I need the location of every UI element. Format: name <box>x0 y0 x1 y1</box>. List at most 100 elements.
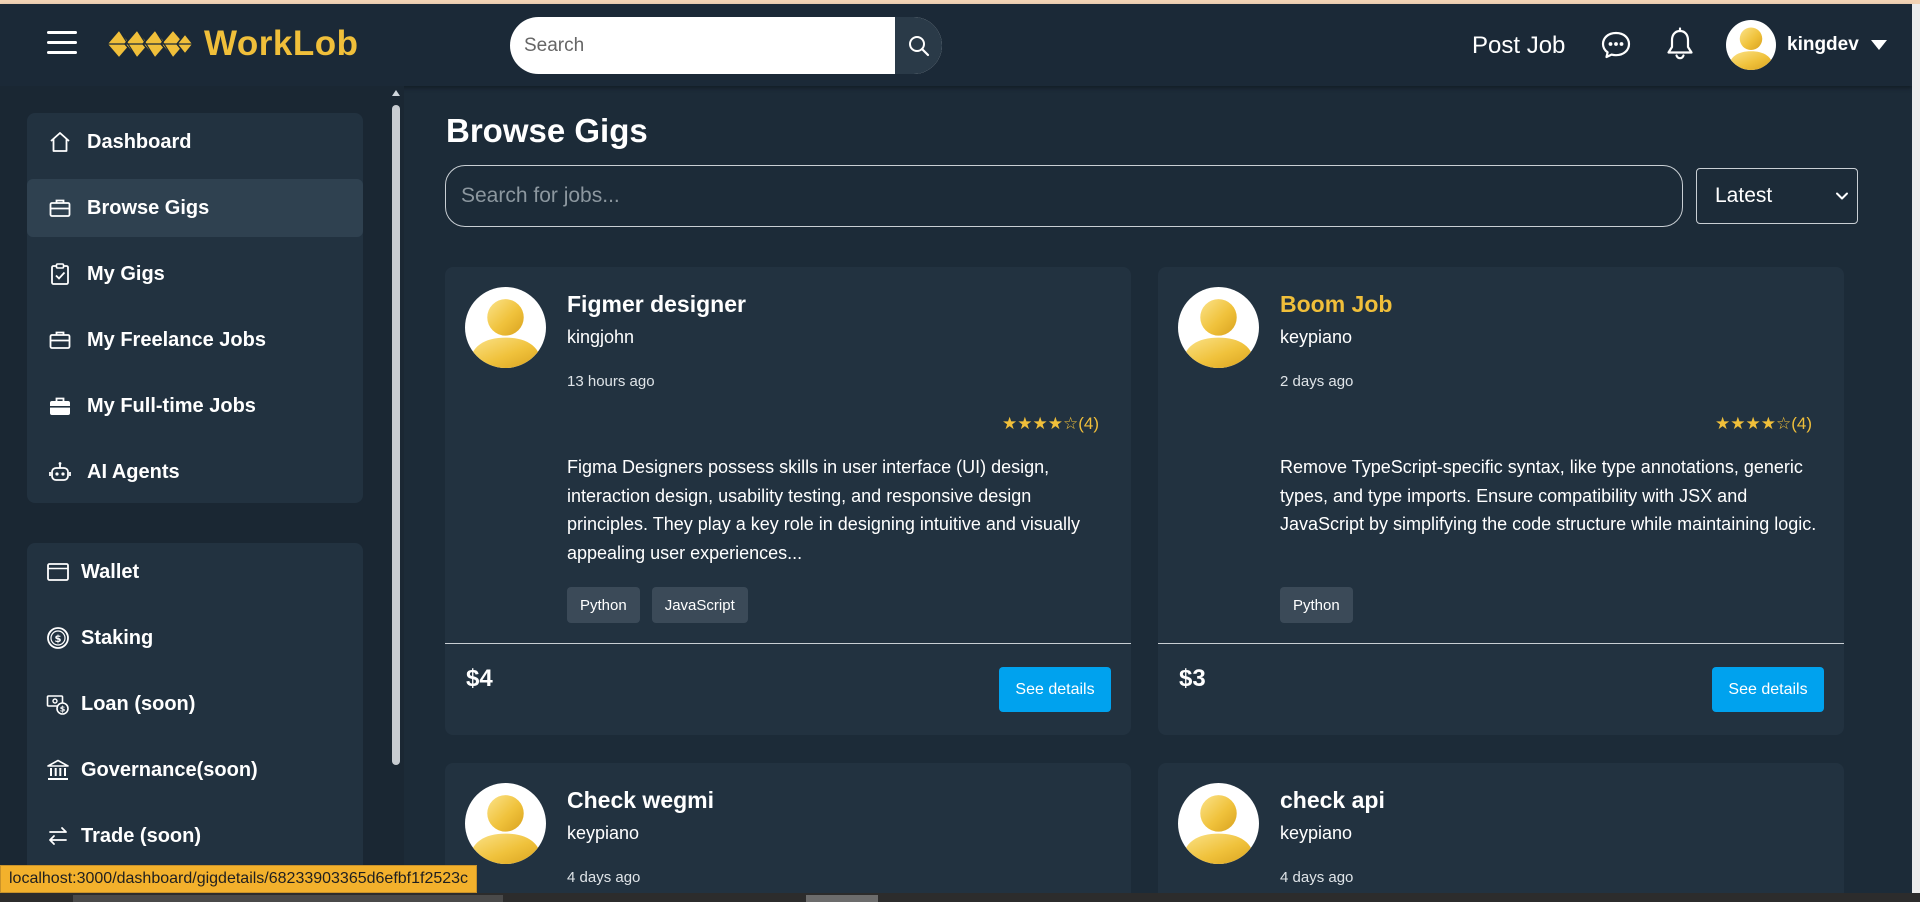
sidebar-item-label: Staking <box>81 626 154 649</box>
sidebar-item-label: AI Agents <box>87 460 180 483</box>
card-divider <box>445 643 1131 644</box>
avatar <box>1178 783 1259 864</box>
chat-icon[interactable] <box>1600 29 1632 61</box>
scroll-up-arrow[interactable] <box>392 90 400 96</box>
gig-title[interactable]: Check wegmi <box>567 787 714 814</box>
scrollbar-thumb[interactable] <box>73 895 503 902</box>
gig-tags: Python <box>1280 587 1353 623</box>
gig-author: keypiano <box>1280 823 1353 843</box>
rating-count: (4) <box>1791 414 1812 433</box>
jobs-search-input[interactable] <box>446 166 1682 226</box>
sidebar-item-label: Governance(soon) <box>81 758 258 781</box>
gig-description: Figma Designers possess skills in user i… <box>567 457 1080 563</box>
username: kingdev <box>1787 34 1859 55</box>
gig-time: 4 days ago <box>567 869 641 886</box>
gig-author: keypiano <box>567 823 640 843</box>
star-icons: ★★★★☆ <box>1002 414 1079 433</box>
sidebar-item-ai-agents[interactable]: AI Agents <box>27 443 363 501</box>
rating: ★★★★☆(4) <box>1715 414 1812 434</box>
rating: ★★★★☆(4) <box>1002 414 1099 434</box>
gig-time: 2 days ago <box>1280 373 1354 390</box>
sort-select[interactable]: Latest <box>1696 168 1858 224</box>
see-details-button[interactable]: See details <box>999 667 1111 712</box>
sidebar-primary-panel: Dashboard Browse Gigs My Gigs My Freelan… <box>27 113 363 503</box>
gig-card[interactable]: Check wegmi keypiano 4 days ago <box>445 763 1131 902</box>
brand-name[interactable]: WorkLob <box>204 24 359 64</box>
gig-card[interactable]: Figmer designer kingjohn 13 hours ago ★★… <box>445 267 1131 735</box>
star-icons: ★★★★☆ <box>1715 414 1792 433</box>
bell-icon[interactable] <box>1664 27 1696 61</box>
gig-title[interactable]: check api <box>1280 787 1385 814</box>
sidebar-item-label: Browse Gigs <box>87 196 210 219</box>
avatar <box>465 287 546 368</box>
sidebar-item-label: Wallet <box>81 560 140 583</box>
sidebar-item-staking[interactable]: $ Staking <box>27 609 363 667</box>
rating-count: (4) <box>1078 414 1099 433</box>
gig-time: 4 days ago <box>1280 869 1354 886</box>
gig-price: $3 <box>1179 665 1206 692</box>
sidebar-item-my-freelance-jobs[interactable]: My Freelance Jobs <box>27 311 363 369</box>
status-bar-url: localhost:3000/dashboard/gigdetails/6823… <box>0 865 478 893</box>
clipboard-check-icon <box>47 261 73 287</box>
gig-price: $4 <box>466 665 493 692</box>
gig-card[interactable]: Boom Job keypiano 2 days ago ★★★★☆(4) Re… <box>1158 267 1844 735</box>
page-title: Browse Gigs <box>446 112 648 149</box>
header-search-input[interactable] <box>524 17 884 74</box>
avatar <box>465 783 546 864</box>
logo-icon <box>106 28 194 60</box>
gig-title[interactable]: Figmer designer <box>567 291 746 318</box>
search-icon <box>908 35 929 56</box>
skill-tag[interactable]: Python <box>567 587 640 623</box>
top-header: WorkLob Post Job kingdev <box>0 4 1912 86</box>
briefcase-icon <box>47 327 73 353</box>
gig-author: keypiano <box>1280 327 1353 347</box>
sidebar-item-governance[interactable]: Governance(soon) <box>27 741 363 799</box>
gig-card[interactable]: check api keypiano 4 days ago <box>1158 763 1844 902</box>
sidebar-item-label: Trade (soon) <box>81 824 202 847</box>
horizontal-scrollbar[interactable] <box>0 893 1920 902</box>
sidebar-item-dashboard[interactable]: Dashboard <box>27 113 363 171</box>
arrow-left-right-icon <box>45 823 71 849</box>
robot-icon <box>47 459 73 485</box>
svg-text:$: $ <box>55 634 62 645</box>
avatar <box>1178 287 1259 368</box>
gig-description: Remove TypeScript-specific syntax, like … <box>1280 457 1817 534</box>
sidebar-item-trade[interactable]: Trade (soon) <box>27 807 363 865</box>
sidebar-item-wallet[interactable]: Wallet <box>27 543 363 601</box>
bank-icon <box>45 757 71 783</box>
sidebar-item-label: My Full-time Jobs <box>87 394 256 417</box>
briefcase-fill-icon <box>47 393 73 419</box>
wallet-icon <box>45 559 71 585</box>
sidebar-item-label: Loan (soon) <box>81 692 196 715</box>
scrollbar-thumb[interactable] <box>806 895 878 902</box>
jobs-search <box>445 165 1683 227</box>
coin-icon: $ <box>45 625 71 651</box>
sidebar-item-loan[interactable]: $ Loan (soon) <box>27 675 363 733</box>
see-details-button[interactable]: See details <box>1712 667 1824 712</box>
sidebar-item-browse-gigs[interactable]: Browse Gigs <box>27 179 363 237</box>
user-menu[interactable]: kingdev <box>1726 20 1887 70</box>
briefcase-icon <box>47 195 73 221</box>
chevron-down-icon <box>1836 192 1848 200</box>
post-job-link[interactable]: Post Job <box>1472 32 1565 60</box>
gig-tags: Python JavaScript <box>567 587 748 623</box>
sort-select-value: Latest <box>1715 184 1773 207</box>
sidebar-item-my-full-time-jobs[interactable]: My Full-time Jobs <box>27 377 363 435</box>
svg-text:$: $ <box>60 705 66 714</box>
sidebar-item-label: My Freelance Jobs <box>87 328 266 351</box>
skill-tag[interactable]: JavaScript <box>651 587 748 623</box>
sidebar-scrollbar[interactable] <box>392 105 400 765</box>
sidebar-item-label: My Gigs <box>87 262 165 285</box>
card-divider <box>1158 643 1844 644</box>
gig-author: kingjohn <box>567 327 635 347</box>
skill-tag[interactable]: Python <box>1280 587 1353 623</box>
gig-title[interactable]: Boom Job <box>1280 291 1392 318</box>
home-icon <box>47 129 73 155</box>
chevron-down-icon[interactable] <box>1870 40 1887 50</box>
sidebar-item-my-gigs[interactable]: My Gigs <box>27 245 363 303</box>
header-search-button[interactable] <box>895 17 942 74</box>
menu-icon[interactable] <box>47 31 77 55</box>
page-scrollbar[interactable] <box>1912 4 1920 893</box>
sidebar-item-label: Dashboard <box>87 130 192 153</box>
avatar <box>1726 20 1776 70</box>
